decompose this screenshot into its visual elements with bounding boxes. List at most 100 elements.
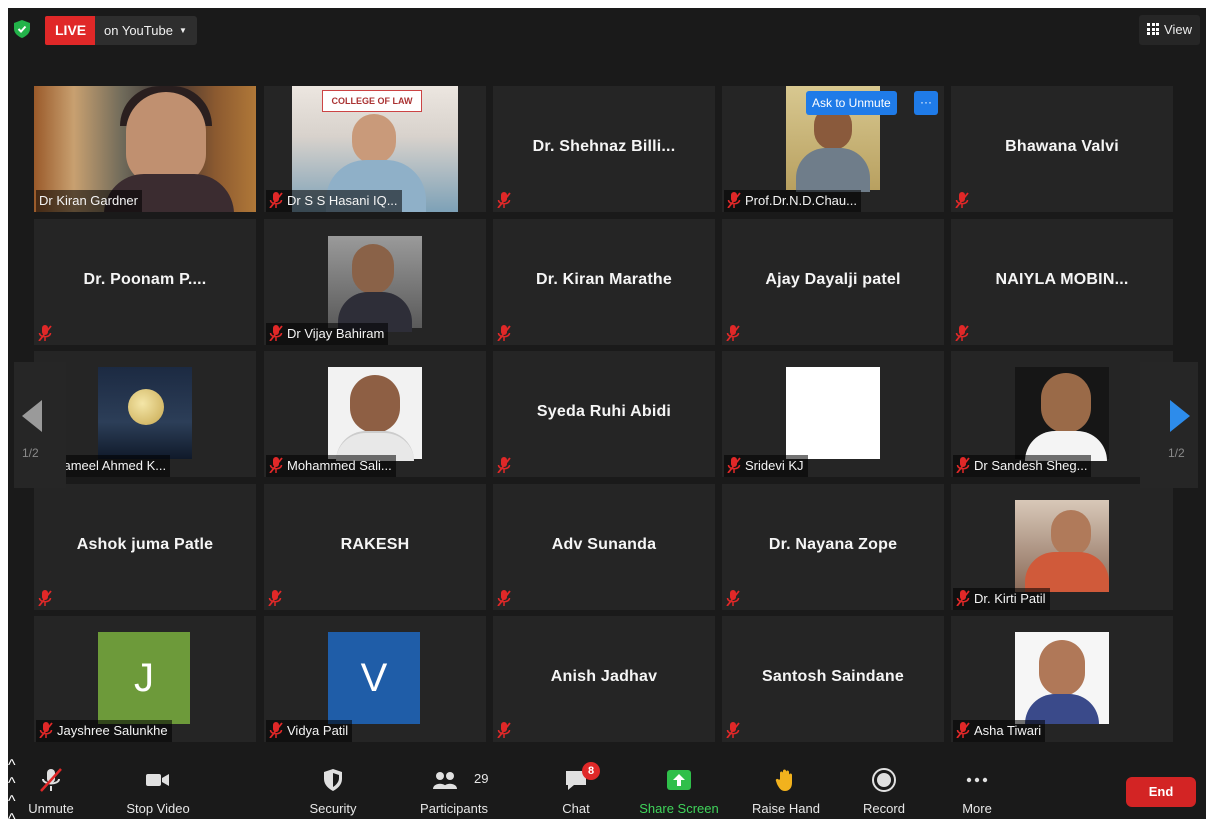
muted-mic-icon bbox=[269, 722, 283, 738]
chat-unread-badge: 8 bbox=[582, 762, 600, 780]
view-label: View bbox=[1164, 22, 1192, 37]
participant-label: Dr Vijay Bahiram bbox=[266, 323, 389, 345]
security-shield-icon bbox=[324, 769, 342, 791]
muted-mic-icon bbox=[727, 457, 741, 473]
tile-more-options-button[interactable]: ··· bbox=[914, 91, 938, 115]
raised-hand-icon bbox=[775, 769, 792, 791]
avatar-initial: J bbox=[98, 632, 190, 724]
participant-name: Dr S S Hasani IQ... bbox=[287, 193, 398, 208]
shield-check-icon[interactable] bbox=[14, 20, 30, 38]
muted-mic-icon bbox=[269, 325, 283, 341]
participant-tile[interactable]: Sridevi KJ bbox=[722, 351, 944, 477]
view-button[interactable]: View bbox=[1139, 15, 1200, 45]
participant-tile[interactable]: Dr Kiran Gardner bbox=[34, 86, 256, 212]
participant-name: Dr. Poonam P.... bbox=[83, 271, 207, 288]
participant-tile[interactable]: Dr Vijay Bahiram bbox=[264, 219, 486, 345]
participant-name: Adv Sunanda bbox=[551, 536, 657, 553]
more-button[interactable]: More bbox=[952, 757, 1002, 819]
gallery-grid: Dr Kiran Gardner COLLEGE OF LAW Dr S S Has… bbox=[34, 86, 1174, 742]
caret-down-icon: ▼ bbox=[178, 26, 187, 35]
record-button[interactable]: Record bbox=[854, 757, 914, 819]
share-screen-button[interactable]: Share Screen bbox=[634, 757, 724, 819]
participant-tile[interactable]: Dr. Nayana Zope bbox=[722, 484, 944, 610]
participant-video bbox=[1015, 500, 1109, 592]
muted-mic-icon bbox=[727, 192, 741, 208]
participant-name: NAIYLA MOBIN... bbox=[995, 271, 1129, 288]
participants-button[interactable]: Participants bbox=[416, 757, 492, 819]
participant-tile[interactable]: Adv Sunanda bbox=[493, 484, 715, 610]
participant-label: Sridevi KJ bbox=[724, 455, 808, 477]
muted-mic-icon bbox=[269, 192, 283, 208]
muted-mic-icon bbox=[497, 590, 511, 606]
share-screen-label: Share Screen bbox=[639, 801, 719, 816]
participant-video bbox=[1015, 367, 1109, 461]
participant-name: Syeda Ruhi Abidi bbox=[536, 403, 672, 420]
participant-tile[interactable]: Mohammed Sali... bbox=[264, 351, 486, 477]
stop-video-label: Stop Video bbox=[126, 801, 190, 816]
participant-label: Asha Tiwari bbox=[953, 720, 1046, 742]
unmute-button[interactable]: Unmute bbox=[14, 757, 88, 819]
muted-mic-indicator bbox=[497, 192, 511, 208]
muted-mic-icon bbox=[955, 192, 969, 208]
participant-tile[interactable]: Dr. Kirti Patil bbox=[951, 484, 1173, 610]
participant-tile[interactable]: Ashok juma Patle bbox=[34, 484, 256, 610]
participant-name: Dr Sandesh Sheg... bbox=[974, 458, 1088, 473]
muted-mic-indicator bbox=[38, 590, 52, 606]
participant-tile[interactable]: NAIYLA MOBIN... bbox=[951, 219, 1173, 345]
participant-tile[interactable]: J Jayshree Salunkhe bbox=[34, 616, 256, 742]
participant-tile[interactable]: Santosh Saindane bbox=[722, 616, 944, 742]
muted-mic-icon bbox=[268, 590, 282, 606]
participant-tile[interactable]: Ajay Dayalji patel bbox=[722, 219, 944, 345]
muted-mic-indicator bbox=[726, 590, 740, 606]
participant-tile[interactable]: V Vidya Patil bbox=[264, 616, 486, 742]
ask-to-unmute-button[interactable]: Ask to Unmute bbox=[806, 91, 897, 115]
arrow-left-icon bbox=[22, 400, 42, 432]
participant-name: Dr. Nayana Zope bbox=[768, 536, 898, 553]
participant-name: Vidya Patil bbox=[287, 723, 349, 738]
muted-mic-indicator bbox=[38, 325, 52, 341]
participant-name: Sridevi KJ bbox=[745, 458, 804, 473]
arrow-right-icon bbox=[1170, 400, 1190, 432]
page-indicator: 1/2 bbox=[22, 446, 39, 460]
chat-label: Chat bbox=[562, 801, 590, 816]
participant-tile[interactable]: Asha Tiwari bbox=[951, 616, 1173, 742]
participant-tile[interactable]: Jameel Ahmed K... bbox=[34, 351, 256, 477]
video-camera-icon bbox=[146, 774, 169, 786]
participant-tile[interactable]: Syeda Ruhi Abidi bbox=[493, 351, 715, 477]
participant-tile[interactable]: RAKESH bbox=[264, 484, 486, 610]
stop-video-button[interactable]: Stop Video bbox=[116, 757, 200, 819]
participant-label: Jayshree Salunkhe bbox=[36, 720, 172, 742]
muted-mic-icon bbox=[956, 457, 970, 473]
end-meeting-button[interactable]: End bbox=[1126, 777, 1196, 807]
participant-count: 29 bbox=[474, 771, 489, 786]
participant-tile[interactable]: Prof.Dr.N.D.Chau... Ask to Unmute ··· bbox=[722, 86, 944, 212]
participant-name: Jayshree Salunkhe bbox=[57, 723, 168, 738]
previous-page-button[interactable]: 1/2 bbox=[14, 362, 66, 488]
unmute-label: Unmute bbox=[28, 801, 74, 816]
record-icon bbox=[872, 768, 896, 792]
muted-mic-indicator bbox=[268, 590, 282, 606]
participant-label: Dr. Kirti Patil bbox=[953, 588, 1050, 610]
muted-mic-icon bbox=[956, 590, 970, 606]
muted-mic-indicator bbox=[497, 457, 511, 473]
more-dots-icon bbox=[966, 777, 988, 783]
participant-tile[interactable]: Bhawana Valvi bbox=[951, 86, 1173, 212]
raise-hand-button[interactable]: Raise Hand bbox=[748, 757, 824, 819]
muted-mic-icon bbox=[726, 590, 740, 606]
participant-tile[interactable]: Anish Jadhav bbox=[493, 616, 715, 742]
participant-video bbox=[786, 367, 880, 459]
muted-microphone-icon bbox=[40, 768, 62, 792]
security-button[interactable]: Security bbox=[298, 757, 368, 819]
participant-tile[interactable]: Dr. Shehnaz Billi... bbox=[493, 86, 715, 212]
participant-tile[interactable]: Dr. Kiran Marathe bbox=[493, 219, 715, 345]
live-badge[interactable]: LIVE bbox=[45, 16, 97, 45]
participant-name: Mohammed Sali... bbox=[287, 458, 392, 473]
participant-name: Dr Vijay Bahiram bbox=[287, 326, 385, 341]
grid-view-icon bbox=[1147, 23, 1160, 35]
participant-tile[interactable]: COLLEGE OF LAW Dr S S Hasani IQ... bbox=[264, 86, 486, 212]
stream-dropdown[interactable]: on YouTube ▼ bbox=[95, 16, 197, 45]
next-page-button[interactable]: 1/2 bbox=[1140, 362, 1198, 488]
participant-name: Santosh Saindane bbox=[762, 668, 904, 685]
participant-name: RAKESH bbox=[340, 536, 410, 553]
participant-tile[interactable]: Dr. Poonam P.... bbox=[34, 219, 256, 345]
